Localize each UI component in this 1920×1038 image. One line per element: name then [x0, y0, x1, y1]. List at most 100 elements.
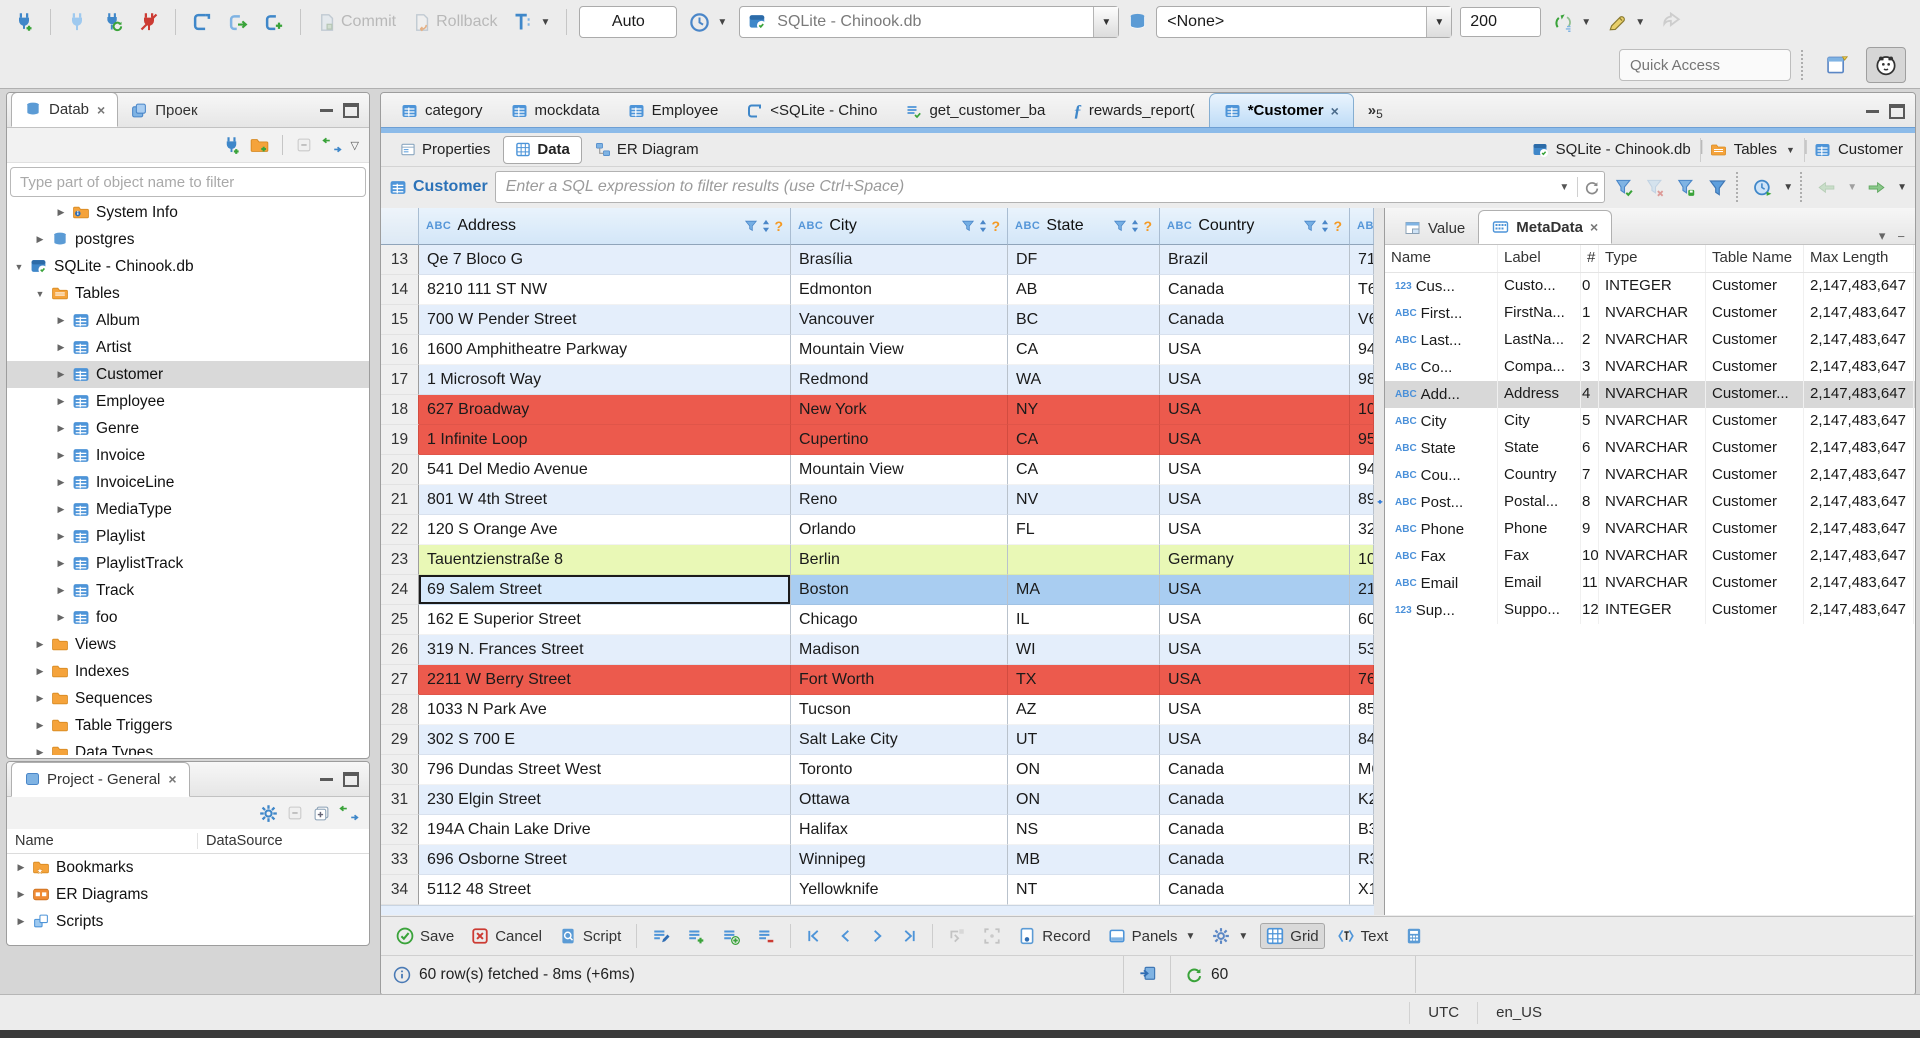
metadata-row[interactable]: 123 Cus... Custo... 0 INTEGER Customer 2…: [1385, 273, 1915, 300]
metadata-row[interactable]: ABC Post... Postal... 8 NVARCHAR Custome…: [1385, 489, 1915, 516]
metadata-row[interactable]: ABC State State 6 NVARCHAR Customer 2,14…: [1385, 435, 1915, 462]
dropdown-arrow-icon[interactable]: ▼: [1847, 182, 1857, 193]
row-number-cell[interactable]: 26: [381, 635, 419, 665]
cell-country[interactable]: Canada: [1160, 845, 1350, 875]
cell-state[interactable]: ON: [1008, 785, 1160, 815]
text-mode-button[interactable]: Text: [1332, 924, 1394, 948]
col-number[interactable]: #: [1581, 245, 1599, 272]
expand-arrow-icon[interactable]: ▶: [55, 585, 67, 596]
cell-state[interactable]: WI: [1008, 635, 1160, 665]
record-mode-button[interactable]: Record: [1013, 924, 1095, 948]
editor-tab[interactable]: <SQLite - Chino: [732, 94, 891, 127]
expand-arrow-icon[interactable]: ▶: [15, 862, 27, 873]
metadata-row[interactable]: ABC Email Email 11 NVARCHAR Customer 2,1…: [1385, 570, 1915, 597]
expand-arrow-icon[interactable]: ▶: [55, 531, 67, 542]
cell-postalcode[interactable]: T6: [1350, 275, 1374, 305]
column-datasource[interactable]: DataSource: [198, 833, 283, 849]
cell-state[interactable]: UT: [1008, 725, 1160, 755]
edit-cell-button[interactable]: [647, 924, 675, 948]
cell-postalcode[interactable]: 94: [1350, 335, 1374, 365]
editor-tab[interactable]: ƒ rewards_report(: [1059, 94, 1208, 127]
column-header[interactable]: ABC Address ?: [419, 208, 791, 245]
expand-arrow-icon[interactable]: ▶: [15, 916, 27, 927]
cell-country[interactable]: Brazil: [1160, 245, 1350, 275]
cell-postalcode[interactable]: K2: [1350, 785, 1374, 815]
cell-city[interactable]: Fort Worth: [791, 665, 1008, 695]
grid-mode-button[interactable]: Grid: [1260, 923, 1325, 949]
expand-arrow-icon[interactable]: ▼: [13, 262, 25, 272]
partial-column-header[interactable]: ABC: [1350, 208, 1374, 245]
cell-country[interactable]: Canada: [1160, 815, 1350, 845]
tree-item[interactable]: ▶ Table Triggers: [7, 712, 369, 739]
save-filter-settings-button[interactable]: [1674, 175, 1698, 199]
cell-state[interactable]: AZ: [1008, 695, 1160, 725]
cell-city[interactable]: Salt Lake City: [791, 725, 1008, 755]
row-number-cell[interactable]: 24: [381, 575, 419, 605]
filter-entity[interactable]: Customer: [389, 178, 488, 196]
cell-country[interactable]: Canada: [1160, 275, 1350, 305]
cell-postalcode[interactable]: 89: [1350, 485, 1374, 515]
row-number-cell[interactable]: 15: [381, 305, 419, 335]
cell-country[interactable]: USA: [1160, 695, 1350, 725]
perspective-other-button[interactable]: [1818, 48, 1856, 82]
cell-address[interactable]: 162 E Superior Street: [419, 605, 791, 635]
fetch-previous-button[interactable]: [1814, 175, 1838, 199]
active-schema-select[interactable]: <None> ▼: [1156, 6, 1453, 38]
editor-tab[interactable]: mockdata: [497, 94, 614, 127]
sql-editor-button[interactable]: [188, 9, 216, 35]
dropdown-arrow-icon[interactable]: ▼: [1897, 182, 1907, 193]
calc-panel-button[interactable]: [1400, 924, 1428, 948]
row-number-cell[interactable]: 27: [381, 665, 419, 695]
cell-postalcode[interactable]: R3: [1350, 845, 1374, 875]
cell-state[interactable]: IL: [1008, 605, 1160, 635]
pin-result-button[interactable]: [1124, 956, 1171, 993]
cell-state[interactable]: NY: [1008, 395, 1160, 425]
expand-arrow-icon[interactable]: ▶: [55, 207, 67, 218]
cell-city[interactable]: Tucson: [791, 695, 1008, 725]
commit-mode-select[interactable]: Auto: [579, 6, 678, 38]
select-cell-button[interactable]: [978, 924, 1006, 948]
auto-refresh-button[interactable]: [1750, 175, 1774, 199]
cell-postalcode[interactable]: 53: [1350, 635, 1374, 665]
cell-country[interactable]: USA: [1160, 605, 1350, 635]
col-label[interactable]: Label: [1498, 245, 1581, 272]
row-number-cell[interactable]: 17: [381, 365, 419, 395]
cell-address[interactable]: 69 Salem Street: [419, 575, 791, 605]
project-tab[interactable]: Project - General ×: [11, 762, 190, 797]
breadcrumb-database[interactable]: SQLite - Chinook.db: [1556, 141, 1691, 158]
cell-address[interactable]: 696 Osborne Street: [419, 845, 791, 875]
row-number-cell[interactable]: 16: [381, 335, 419, 365]
gear-icon[interactable]: [259, 804, 278, 823]
column-info-icon[interactable]: ?: [1143, 218, 1152, 234]
cell-address[interactable]: 2211 W Berry Street: [419, 665, 791, 695]
cell-city[interactable]: Vancouver: [791, 305, 1008, 335]
panel-tab[interactable]: MetaData ×: [1478, 210, 1613, 244]
cell-country[interactable]: USA: [1160, 365, 1350, 395]
col-name[interactable]: Name: [1385, 245, 1498, 272]
editor-tab[interactable]: *Customer ×: [1208, 93, 1354, 127]
cell-address[interactable]: 541 Del Medio Avenue: [419, 455, 791, 485]
custom-filter-button[interactable]: [1705, 175, 1729, 199]
last-row-button[interactable]: [897, 925, 922, 947]
row-number-cell[interactable]: 30: [381, 755, 419, 785]
settings-button[interactable]: ▼: [1207, 924, 1253, 948]
remove-filter-button[interactable]: [1643, 175, 1667, 199]
col-table-name[interactable]: Table Name: [1706, 245, 1804, 272]
row-number-cell[interactable]: 31: [381, 785, 419, 815]
editor-subtab[interactable]: ER Diagram: [584, 137, 710, 163]
expand-arrow-icon[interactable]: ▶: [55, 612, 67, 623]
panel-minimize-icon[interactable]: −: [1897, 229, 1905, 244]
metadata-row[interactable]: ABC Co... Compa... 3 NVARCHAR Customer 2…: [1385, 354, 1915, 381]
minimize-icon[interactable]: [320, 777, 333, 781]
expand-arrow-icon[interactable]: ▶: [55, 396, 67, 407]
cell-city[interactable]: Brasília: [791, 245, 1008, 275]
delete-row-button[interactable]: [752, 924, 780, 948]
cell-postalcode[interactable]: 71: [1350, 245, 1374, 275]
cell-city[interactable]: Mountain View: [791, 455, 1008, 485]
column-header[interactable]: ABC State ?: [1008, 208, 1160, 245]
cell-country[interactable]: USA: [1160, 665, 1350, 695]
expand-arrow-icon[interactable]: ▶: [34, 666, 46, 677]
expand-arrow-icon[interactable]: ▶: [55, 369, 67, 380]
cell-address[interactable]: 8210 111 ST NW: [419, 275, 791, 305]
cell-postalcode[interactable]: 95: [1350, 425, 1374, 455]
